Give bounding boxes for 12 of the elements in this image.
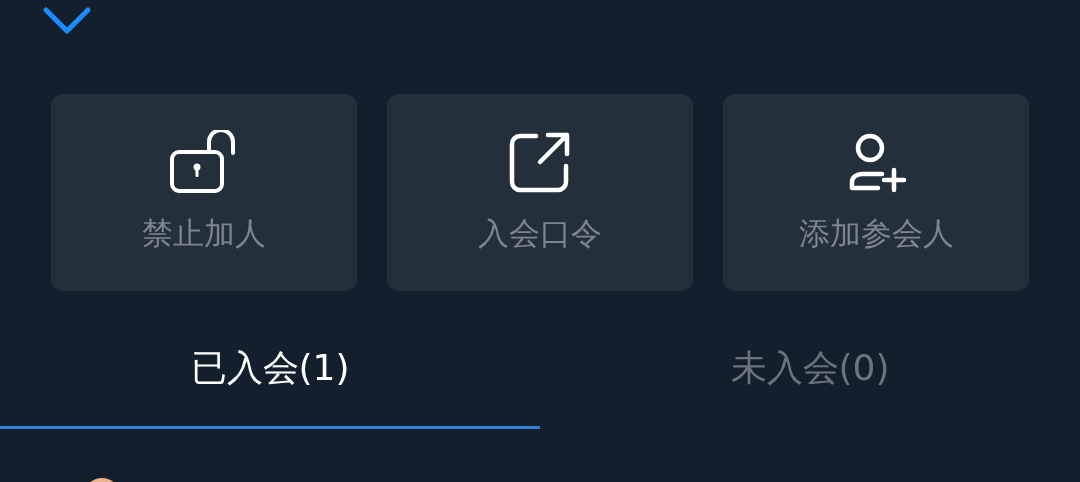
tab-label: 已入会(1) — [190, 346, 350, 390]
tab[interactable]: 已入会(1) — [0, 311, 540, 429]
tab-label: 未入会(0) — [730, 346, 890, 390]
action-label: 入会口令 — [478, 215, 602, 253]
action-label: 禁止加人 — [142, 215, 266, 253]
collapse-chevron-icon[interactable] — [42, 6, 92, 36]
action-button[interactable]: 入会口令 — [387, 94, 693, 291]
tab[interactable]: 未入会(0) — [540, 311, 1080, 429]
action-label: 添加参会人 — [798, 215, 954, 253]
external-link-icon — [508, 130, 572, 194]
action-button[interactable]: 添加参会人 — [723, 94, 1029, 291]
action-button[interactable]: 禁止加人 — [51, 94, 357, 291]
